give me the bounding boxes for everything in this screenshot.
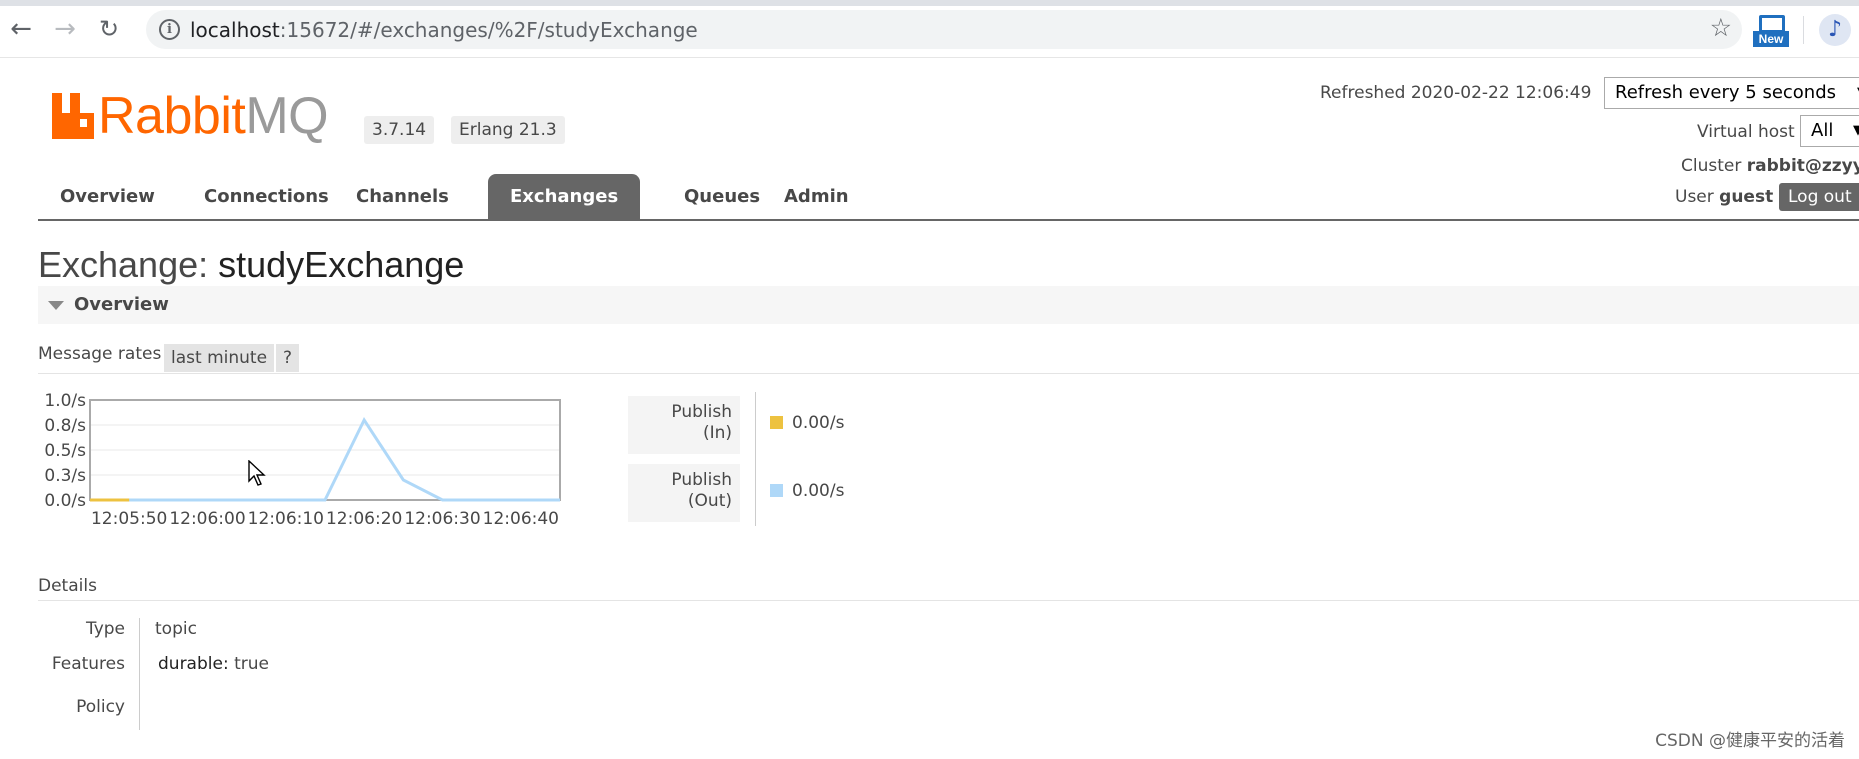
tab-underline (38, 219, 1859, 221)
details-column-divider (139, 618, 140, 730)
message-rates-label: Message rates (38, 344, 162, 364)
profile-avatar[interactable]: ♪ (1819, 14, 1851, 46)
tab-connections[interactable]: Connections (182, 174, 351, 220)
y-tick-label: 0.0/s (44, 491, 86, 511)
toolbar-divider (1803, 16, 1804, 44)
watermark-text: CSDN @健康平安的活着 (1655, 731, 1845, 751)
rate-range-selector[interactable]: last minute (164, 344, 275, 372)
y-tick-label: 0.5/s (44, 441, 86, 461)
version-badge: 3.7.14 (364, 116, 435, 144)
url-text[interactable]: localhost:15672/#/exchanges/%2F/studyExc… (190, 18, 698, 42)
x-tick-label: 12:06:00 (169, 509, 245, 529)
y-tick-label: 0.8/s (44, 416, 86, 436)
details-label: Details (38, 576, 97, 596)
rabbitmq-logo-icon (52, 93, 94, 139)
page-title: Exchange: studyExchange (38, 244, 465, 285)
publish-out-swatch (770, 484, 783, 497)
series-line-publish-out (90, 416, 560, 502)
forward-icon[interactable]: → (50, 14, 80, 44)
policy-key: Policy (76, 697, 125, 717)
browser-toolbar: ← → ↻ i localhost:15672/#/exchanges/%2F/… (0, 0, 1859, 58)
publish-in-swatch (770, 416, 783, 429)
refresh-interval-select[interactable]: Refresh every 5 seconds▼ (1604, 77, 1859, 109)
x-tick-label: 12:06:40 (483, 509, 559, 529)
y-tick-label: 1.0/s (44, 391, 86, 411)
overview-section-header[interactable]: Overview (38, 286, 1859, 324)
publish-out-rate: 0.00/s (770, 481, 844, 501)
tab-strip (0, 0, 1859, 6)
back-icon[interactable]: ← (6, 14, 36, 44)
cluster-info: Cluster rabbit@zzyy (1681, 156, 1859, 176)
type-key: Type (85, 619, 125, 639)
type-value: topic (155, 619, 197, 639)
tab-admin[interactable]: Admin (762, 174, 871, 220)
address-bar[interactable]: i localhost:15672/#/exchanges/%2F/studyE… (146, 10, 1742, 49)
logout-button[interactable]: Log out (1779, 183, 1859, 211)
y-tick-label: 0.3/s (44, 466, 86, 486)
mouse-cursor-icon (248, 460, 266, 486)
features-key: Features (51, 654, 125, 674)
x-tick-label: 12:05:50 (91, 509, 167, 529)
virtual-host-select[interactable]: All ▼ (1800, 115, 1859, 147)
user-name: guest (1719, 187, 1774, 207)
help-button[interactable]: ? (276, 344, 300, 372)
x-tick-label: 12:06:10 (248, 509, 324, 529)
tab-overview[interactable]: Overview (38, 174, 177, 220)
x-tick-label: 12:06:20 (326, 509, 402, 529)
virtual-host-label: Virtual host (1697, 122, 1795, 142)
collapse-triangle-icon[interactable] (48, 301, 64, 310)
overview-section-label: Overview (74, 294, 169, 315)
refreshed-timestamp: Refreshed 2020-02-22 12:06:49 (1320, 83, 1592, 103)
publish-out-label: Publish (Out) (628, 464, 740, 522)
details-divider (38, 600, 1859, 601)
reload-icon[interactable]: ↻ (94, 14, 124, 44)
rabbitmq-logo[interactable]: RabbitMQ (52, 88, 329, 144)
rates-divider (38, 373, 1859, 374)
tab-exchanges[interactable]: Exchanges (488, 174, 641, 220)
site-info-icon[interactable]: i (159, 19, 180, 40)
erlang-badge: Erlang 21.3 (451, 116, 565, 144)
bookmark-star-icon[interactable]: ☆ (1710, 13, 1732, 42)
publish-divider (755, 392, 756, 526)
new-extension-icon[interactable]: New (1753, 15, 1789, 47)
x-tick-label: 12:06:30 (404, 509, 480, 529)
features-value: durable: true (158, 654, 269, 674)
cluster-name: rabbit@zzyy (1746, 156, 1859, 176)
publish-in-label: Publish (In) (628, 396, 740, 454)
message-rates-chart: 0.0/s0.3/s0.5/s0.8/s1.0/s 12:05:50 12:06:… (44, 391, 561, 529)
tab-channels[interactable]: Channels (334, 174, 471, 220)
user-info: User guest (1675, 187, 1774, 207)
publish-in-rate: 0.00/s (770, 413, 844, 433)
